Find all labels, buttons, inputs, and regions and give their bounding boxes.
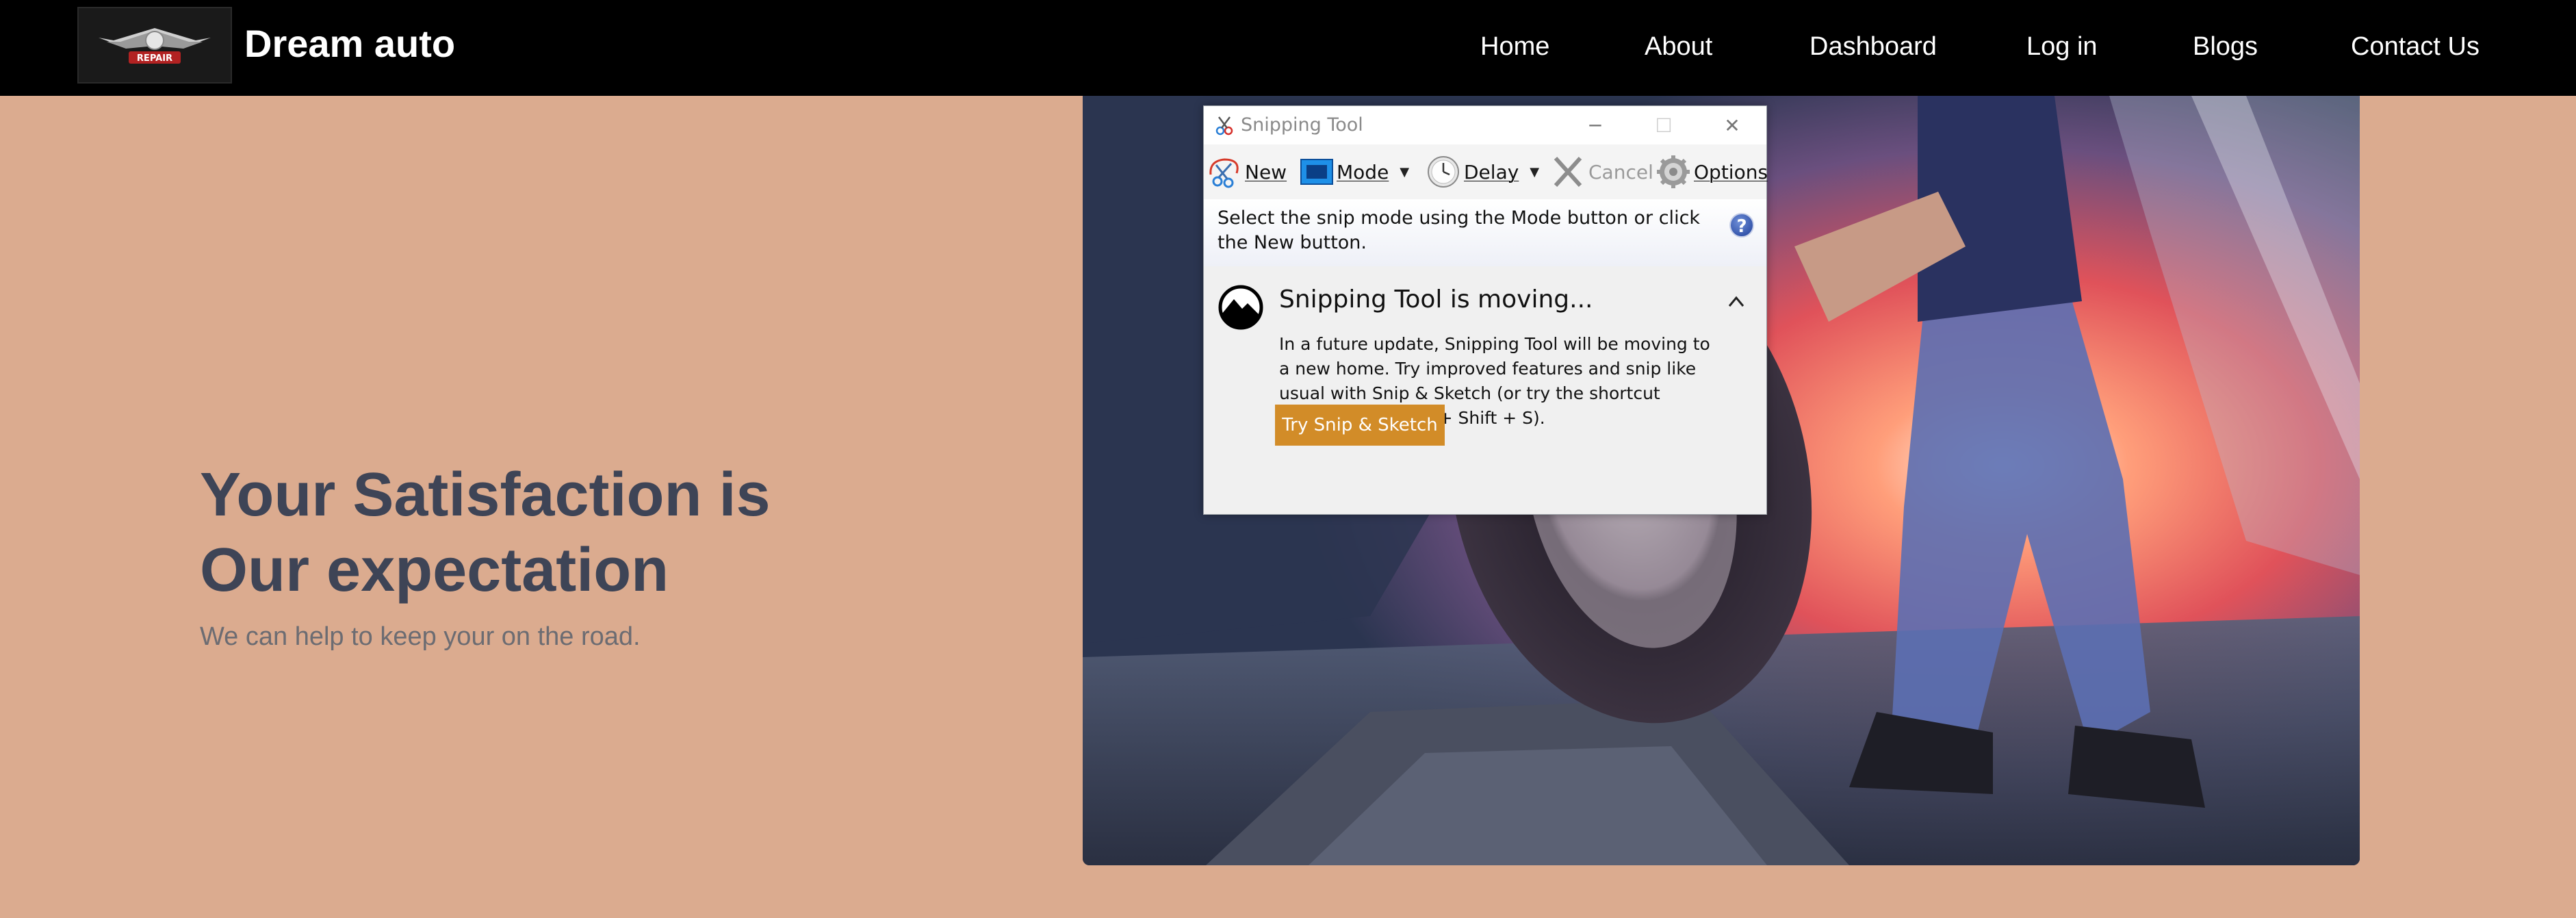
minimize-button[interactable]: ─: [1561, 106, 1630, 144]
nav-dashboard[interactable]: Dashboard: [1809, 26, 1937, 67]
snip-toolbar: New Mode ▼ Delay ▼ Cancel Options: [1204, 144, 1768, 199]
mode-icon: [1300, 159, 1333, 185]
mode-button[interactable]: Mode ▼: [1298, 154, 1409, 190]
hero-title: Your Satisfaction is Our expectation: [200, 457, 1021, 608]
gear-icon: [1657, 155, 1690, 188]
nav-contact-us[interactable]: Contact Us: [2351, 26, 2480, 67]
delay-button[interactable]: Delay ▼: [1426, 154, 1539, 190]
mode-label: Mode: [1337, 160, 1389, 183]
chevron-up-icon[interactable]: [1724, 290, 1749, 314]
options-button[interactable]: Options: [1656, 154, 1768, 190]
moving-title: Snipping Tool is moving...: [1279, 285, 1593, 314]
maximize-icon: ☐: [1655, 114, 1673, 137]
cancel-label: Cancel: [1588, 160, 1653, 183]
new-snip-icon: [1209, 158, 1239, 188]
window-title: Snipping Tool: [1241, 114, 1363, 136]
nav-about[interactable]: About: [1645, 26, 1712, 67]
scissors-icon: [1215, 116, 1233, 136]
delay-label: Delay: [1464, 160, 1519, 183]
close-button[interactable]: ✕: [1698, 106, 1766, 144]
try-snip-sketch-button[interactable]: Try Snip & Sketch: [1275, 405, 1445, 446]
navbar: REPAIR Dream auto Home About Dashboard L…: [0, 0, 2576, 96]
hero-title-line-2: Our expectation: [200, 536, 669, 604]
nav-blogs[interactable]: Blogs: [2193, 26, 2258, 67]
close-icon: ✕: [1724, 114, 1740, 137]
maximize-button[interactable]: ☐: [1630, 106, 1698, 144]
snipping-tool-window: Snipping Tool ─ ☐ ✕ New Mode ▼ Delay ▼ C…: [1203, 105, 1768, 515]
help-icon[interactable]: ?: [1729, 213, 1754, 238]
nav-login[interactable]: Log in: [2026, 26, 2098, 67]
delay-dropdown-arrow-icon: ▼: [1530, 164, 1540, 179]
nav-links: Home About Dashboard Log in Blogs Contac…: [0, 26, 2576, 67]
info-text: Select the snip mode using the Mode butt…: [1218, 207, 1701, 253]
clock-icon: [1428, 156, 1459, 188]
hero-subtitle: We can help to keep your on the road.: [200, 622, 641, 651]
hero-title-line-1: Your Satisfaction is: [200, 461, 771, 529]
options-label: Options: [1694, 160, 1768, 183]
minimize-icon: ─: [1589, 114, 1601, 137]
mode-dropdown-arrow-icon: ▼: [1400, 164, 1410, 179]
nav-home[interactable]: Home: [1480, 26, 1549, 67]
snip-sketch-icon: [1218, 285, 1263, 330]
cancel-x-icon: [1554, 156, 1582, 188]
info-bar: Select the snip mode using the Mode butt…: [1204, 199, 1766, 266]
cancel-button[interactable]: Cancel: [1550, 154, 1653, 190]
new-button[interactable]: New: [1207, 154, 1287, 190]
window-titlebar[interactable]: Snipping Tool ─ ☐ ✕: [1204, 106, 1766, 144]
new-label: New: [1245, 160, 1287, 183]
moving-notice: Snipping Tool is moving... In a future u…: [1204, 266, 1766, 514]
